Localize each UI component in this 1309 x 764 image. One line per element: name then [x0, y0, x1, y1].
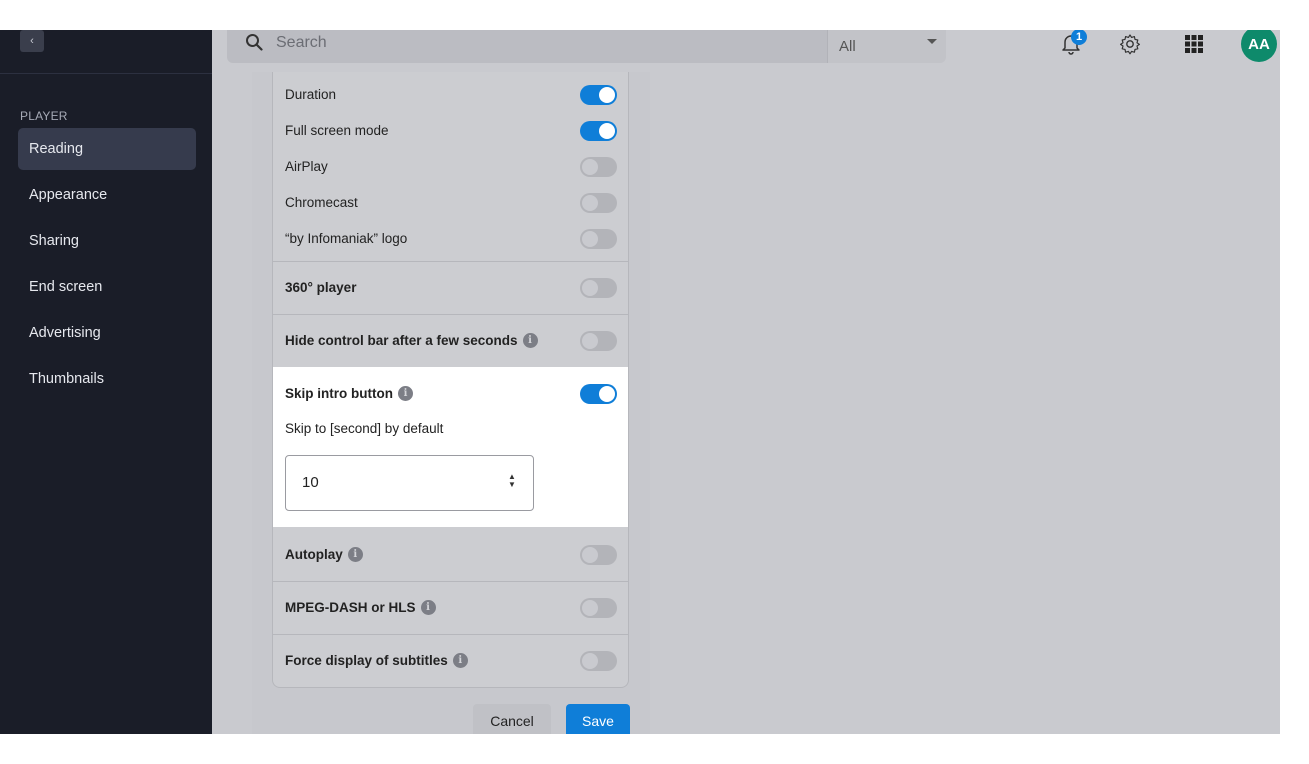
info-icon[interactable]: i: [522, 332, 538, 348]
toggle-duration[interactable]: [580, 85, 617, 105]
sidebar-item-label: Reading: [29, 141, 84, 157]
settings-card: Duration Full screen mode AirPlay Chrome…: [272, 72, 629, 688]
form-actions: Cancel Save: [252, 700, 650, 734]
search-icon[interactable]: [245, 33, 263, 51]
skip-intro-section: Skip intro button i Skip to [second] by …: [273, 367, 628, 527]
gear-icon: [1120, 34, 1140, 55]
save-button[interactable]: Save: [566, 704, 630, 734]
skip-to-seconds-value: 10: [302, 474, 319, 491]
info-icon[interactable]: i: [452, 652, 468, 668]
setting-row-hide-control-bar: Hide control bar after a few seconds i: [273, 328, 628, 352]
skip-to-label: Skip to [second] by default: [285, 421, 444, 436]
toggle-skip-intro[interactable]: [580, 384, 617, 404]
divider: [273, 261, 628, 262]
setting-label: Chromecast: [285, 194, 358, 210]
setting-row-skip-intro: Skip intro button i: [273, 381, 628, 405]
setting-label: “by Infomaniak” logo: [285, 230, 408, 246]
info-icon[interactable]: i: [397, 385, 413, 401]
setting-label: AirPlay: [285, 158, 328, 174]
sidebar-item-advertising[interactable]: Advertising: [18, 312, 196, 354]
collapse-sidebar-button[interactable]: ‹: [20, 30, 44, 52]
sidebar-item-label: Sharing: [29, 233, 79, 249]
setting-row-logo: “by Infomaniak” logo: [273, 226, 628, 250]
search-bar: [227, 30, 827, 63]
sidebar-item-reading[interactable]: Reading: [18, 128, 196, 170]
setting-row-chromecast: Chromecast: [273, 190, 628, 214]
search-input[interactable]: [276, 30, 816, 56]
sidebar-divider: [0, 73, 212, 74]
setting-row-full-screen: Full screen mode: [273, 118, 628, 142]
top-bar: All 1 AA: [212, 30, 1280, 72]
sidebar-section-label: PLAYER: [20, 109, 68, 123]
notification-count-badge: 1: [1071, 30, 1087, 45]
toggle-airplay[interactable]: [580, 157, 617, 177]
setting-label: Duration: [285, 86, 337, 102]
setting-row-mpeg-dash: MPEG-DASH or HLS i: [273, 595, 628, 619]
sidebar-item-end-screen[interactable]: End screen: [18, 266, 196, 308]
settings-panel: Duration Full screen mode AirPlay Chrome…: [252, 72, 650, 734]
notifications-button[interactable]: 1: [1057, 30, 1087, 58]
sidebar-item-label: Appearance: [29, 187, 108, 203]
sidebar-item-label: Advertising: [29, 325, 101, 341]
setting-label: Force display of subtitles: [285, 652, 448, 668]
avatar[interactable]: AA: [1241, 30, 1277, 62]
search-scope-value: All: [839, 38, 856, 55]
grid-icon: [1185, 35, 1203, 53]
info-icon[interactable]: i: [347, 546, 363, 562]
toggle-mpeg-dash[interactable]: [580, 598, 617, 618]
sidebar: ‹ PLAYER Reading Appearance Sharing End …: [0, 30, 212, 734]
setting-row-autoplay: Autoplay i: [273, 542, 628, 566]
setting-label: Autoplay: [285, 546, 343, 562]
toggle-chromecast[interactable]: [580, 193, 617, 213]
setting-label: MPEG-DASH or HLS: [285, 599, 416, 615]
search-scope-select[interactable]: All: [827, 30, 946, 63]
stepper-down-icon[interactable]: ▼: [507, 481, 517, 489]
toggle-hide-control-bar[interactable]: [580, 331, 617, 351]
toggle-full-screen[interactable]: [580, 121, 617, 141]
app-window: ‹ PLAYER Reading Appearance Sharing End …: [0, 30, 1280, 734]
sidebar-item-appearance[interactable]: Appearance: [18, 174, 196, 216]
chevron-left-icon: ‹: [30, 35, 34, 47]
divider: [273, 581, 628, 582]
sidebar-item-label: Thumbnails: [29, 371, 104, 387]
setting-label: 360° player: [285, 279, 357, 295]
divider: [273, 314, 628, 315]
setting-row-force-subtitles: Force display of subtitles i: [273, 648, 628, 672]
toggle-force-subtitles[interactable]: [580, 651, 617, 671]
settings-button[interactable]: [1116, 30, 1144, 58]
cancel-button[interactable]: Cancel: [473, 704, 551, 734]
skip-to-seconds-input[interactable]: 10 ▲ ▼: [285, 455, 534, 511]
setting-row-duration: Duration: [273, 82, 628, 106]
caret-down-icon: [927, 39, 937, 44]
info-icon[interactable]: i: [420, 599, 436, 615]
apps-button[interactable]: [1180, 30, 1208, 58]
setting-label: Full screen mode: [285, 122, 389, 138]
divider: [273, 634, 628, 635]
number-stepper[interactable]: ▲ ▼: [507, 473, 517, 493]
setting-row-360-player: 360° player: [273, 275, 628, 299]
toggle-autoplay[interactable]: [580, 545, 617, 565]
toggle-logo[interactable]: [580, 229, 617, 249]
setting-label: Hide control bar after a few seconds: [285, 332, 518, 348]
setting-row-airplay: AirPlay: [273, 154, 628, 178]
sidebar-item-thumbnails[interactable]: Thumbnails: [18, 358, 196, 400]
setting-label: Skip intro button: [285, 385, 393, 401]
sidebar-item-label: End screen: [29, 279, 103, 295]
toggle-360-player[interactable]: [580, 278, 617, 298]
sidebar-item-sharing[interactable]: Sharing: [18, 220, 196, 262]
